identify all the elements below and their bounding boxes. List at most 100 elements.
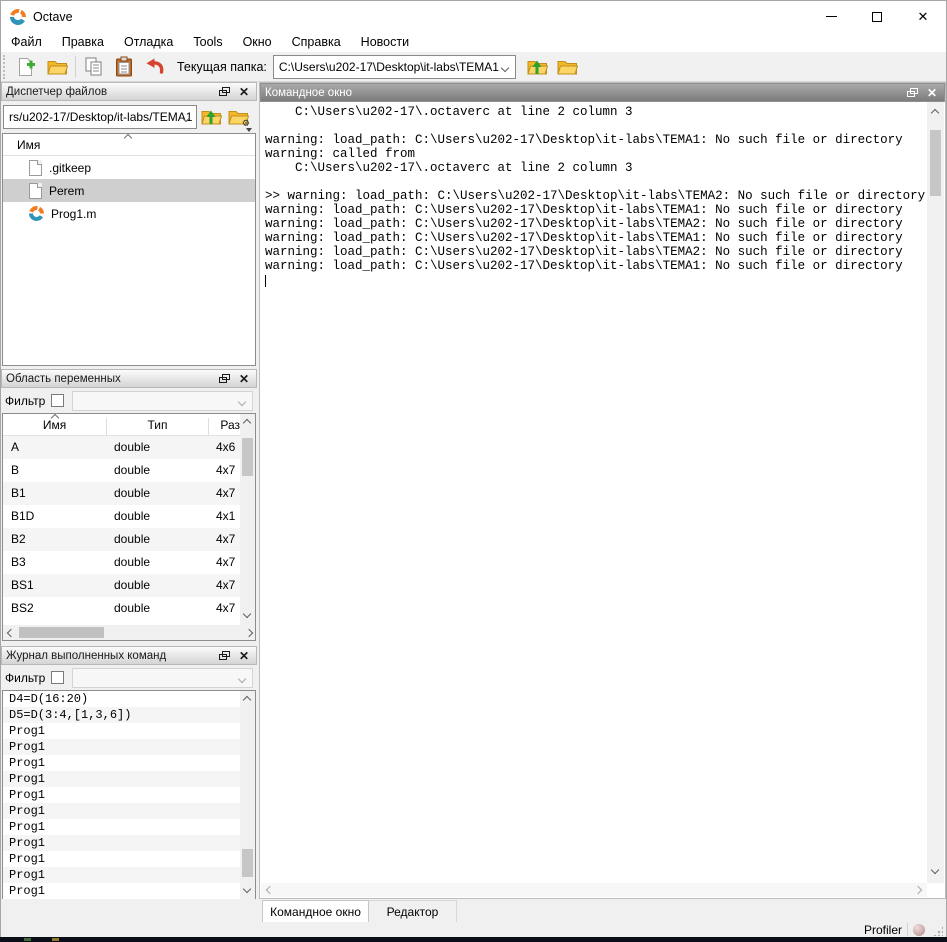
toolbar-drag-handle[interactable] <box>3 55 9 79</box>
minimize-button[interactable] <box>808 1 854 32</box>
scrollbar-thumb[interactable] <box>19 627 104 638</box>
scroll-up-icon[interactable] <box>931 109 939 117</box>
fb-actions-button[interactable]: ⚙ <box>224 104 251 130</box>
table-row[interactable]: Bdouble4x7 <box>3 459 240 482</box>
scroll-right-icon[interactable] <box>245 629 253 637</box>
var-name: B1D <box>11 505 34 528</box>
filter-checkbox[interactable] <box>51 671 64 684</box>
panel-close-icon[interactable]: ✕ <box>239 650 249 662</box>
history-item[interactable]: D4=D(16:20) <box>3 691 240 707</box>
table-row[interactable]: B1double4x7 <box>3 482 240 505</box>
command-window-panel: Командное окно ✕ C:\Users\u202-17\.octav… <box>259 82 946 899</box>
var-size: 4x7 <box>216 482 235 505</box>
menu-debug[interactable]: Отладка <box>114 32 183 52</box>
history-item[interactable]: Prog1 <box>3 803 240 819</box>
tab-command-window[interactable]: Командное окно <box>262 900 369 922</box>
history-item[interactable]: Prog1 <box>3 819 240 835</box>
history-item[interactable]: Prog1 <box>3 851 240 867</box>
panel-close-icon[interactable]: ✕ <box>239 86 249 98</box>
tab-editor[interactable]: Редактор <box>369 900 457 922</box>
table-row[interactable]: BS1double4x7 <box>3 574 240 597</box>
file-browser-path-combobox[interactable]: rs/u202-17/Desktop/it-labs/TEMA1 <box>3 105 197 129</box>
new-script-button[interactable] <box>12 54 42 80</box>
file-row-perem[interactable]: Perem <box>3 179 255 202</box>
file-row-gitkeep[interactable]: .gitkeep <box>3 156 255 179</box>
history-item[interactable]: D5=D(3:4,[1,3,6]) <box>3 707 240 723</box>
workspace-horizontal-scrollbar[interactable] <box>3 625 256 640</box>
open-file-button[interactable] <box>42 54 72 80</box>
scrollbar-thumb[interactable] <box>930 130 941 196</box>
panel-close-icon[interactable]: ✕ <box>927 87 937 99</box>
scroll-up-icon[interactable] <box>243 696 251 704</box>
history-vertical-scrollbar[interactable] <box>240 691 255 900</box>
scroll-down-icon[interactable] <box>243 610 251 618</box>
menu-tools[interactable]: Tools <box>183 32 232 52</box>
resize-grip[interactable] <box>933 926 943 936</box>
console-line: warning: load_path: C:\Users\u202-17\Des… <box>265 231 927 245</box>
history-item[interactable]: Prog1 <box>3 723 240 739</box>
fb-dir-up-button[interactable] <box>197 104 224 130</box>
menu-file[interactable]: Файл <box>1 32 52 52</box>
menu-news[interactable]: Новости <box>351 32 419 52</box>
command-window-console[interactable]: C:\Users\u202-17\.octaverc at line 2 col… <box>261 102 927 865</box>
panel-close-icon[interactable]: ✕ <box>239 373 249 385</box>
history-item[interactable]: Prog1 <box>3 883 240 899</box>
scroll-left-icon[interactable] <box>266 886 274 894</box>
history-item[interactable]: Prog1 <box>3 755 240 771</box>
menu-bar: Файл Правка Отладка Tools Окно Справка Н… <box>1 32 946 52</box>
history-item[interactable]: Prog1 <box>3 787 240 803</box>
menu-edit[interactable]: Правка <box>52 32 114 52</box>
undo-button[interactable] <box>139 54 169 80</box>
undock-icon[interactable] <box>219 651 230 661</box>
table-row[interactable]: B3double4x7 <box>3 551 240 574</box>
copy-button[interactable] <box>79 54 109 80</box>
profiler-status-icon[interactable] <box>913 924 925 936</box>
status-separator <box>907 923 908 936</box>
paste-button[interactable] <box>109 54 139 80</box>
workspace-vertical-scrollbar[interactable] <box>240 414 255 625</box>
scroll-right-icon[interactable] <box>914 886 922 894</box>
close-button[interactable]: ✕ <box>900 1 946 32</box>
var-type: double <box>114 597 150 620</box>
scrollbar-thumb[interactable] <box>242 849 253 877</box>
history-item[interactable]: Prog1 <box>3 835 240 851</box>
file-browser-path: rs/u202-17/Desktop/it-labs/TEMA1 <box>9 110 192 124</box>
table-row[interactable]: BS2double4x7 <box>3 597 240 620</box>
table-row[interactable]: B2double4x7 <box>3 528 240 551</box>
console-cursor-line <box>265 273 927 287</box>
maximize-button[interactable] <box>854 1 900 32</box>
file-icon <box>29 183 42 199</box>
file-row-prog1[interactable]: Prog1.m <box>3 202 255 225</box>
folder-icon <box>556 56 578 78</box>
history-item[interactable]: Prog1 <box>3 739 240 755</box>
current-dir-combobox[interactable]: C:\Users\u202-17\Desktop\it-labs\TEMA1 <box>273 55 516 79</box>
browse-dir-button[interactable] <box>552 54 582 80</box>
history-item[interactable]: Prog1 <box>3 771 240 787</box>
var-name: B3 <box>11 551 26 574</box>
dir-up-button[interactable] <box>522 54 552 80</box>
scroll-down-icon[interactable] <box>243 885 251 893</box>
scroll-left-icon[interactable] <box>7 629 15 637</box>
table-row[interactable]: Adouble4x6 <box>3 436 240 459</box>
menu-window[interactable]: Окно <box>233 32 282 52</box>
filter-combobox[interactable] <box>72 668 253 688</box>
undock-icon[interactable] <box>907 88 918 98</box>
command-window-horizontal-scrollbar[interactable] <box>261 883 927 897</box>
table-row[interactable]: B1Ddouble4x1 <box>3 505 240 528</box>
console-line: warning: load_path: C:\Users\u202-17\Des… <box>265 133 927 147</box>
workspace-table-header[interactable]: Имя Тип Раз <box>3 414 255 436</box>
file-list-header[interactable]: Имя <box>3 134 255 156</box>
command-window-vertical-scrollbar[interactable] <box>927 102 944 883</box>
scrollbar-thumb[interactable] <box>242 438 253 476</box>
scroll-up-icon[interactable] <box>243 419 251 427</box>
undock-icon[interactable] <box>219 374 230 384</box>
history-filter-row: Фильтр <box>1 665 257 690</box>
undock-icon[interactable] <box>219 87 230 97</box>
filter-checkbox[interactable] <box>51 394 64 407</box>
menu-help[interactable]: Справка <box>282 32 351 52</box>
scroll-down-icon[interactable] <box>931 866 939 874</box>
console-line <box>265 119 927 133</box>
history-item[interactable]: Prog1 <box>3 867 240 883</box>
var-type: double <box>114 436 150 459</box>
filter-combobox[interactable] <box>72 391 253 411</box>
